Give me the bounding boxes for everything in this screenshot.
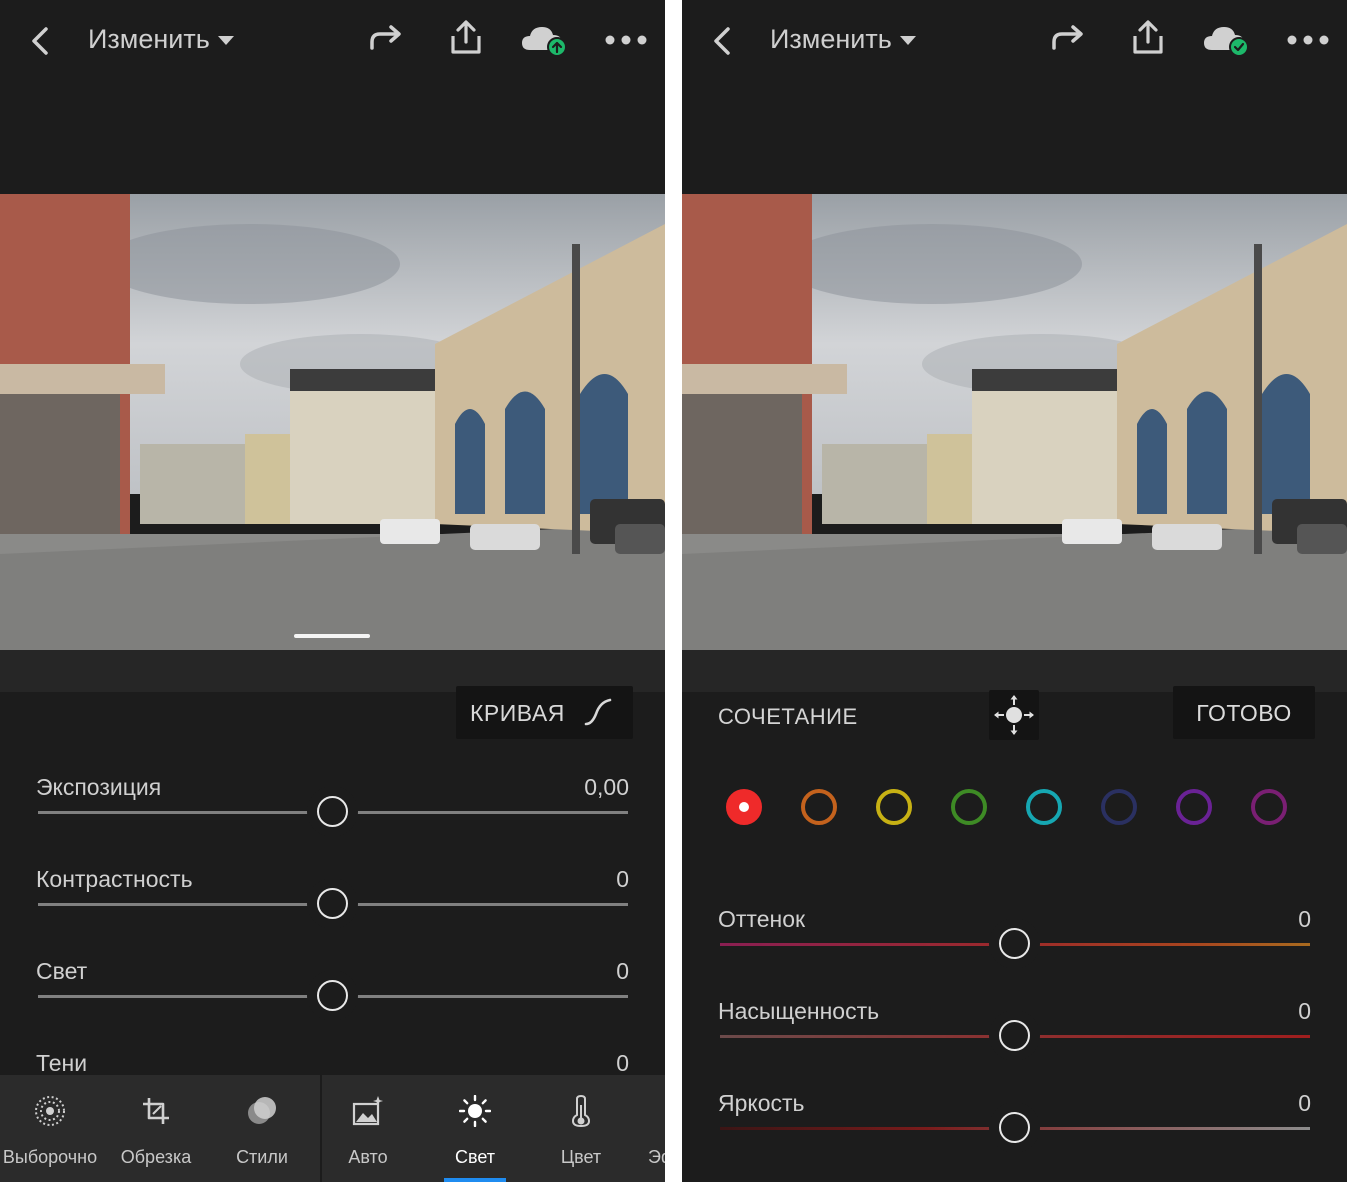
tool-auto[interactable]: Авто: [315, 1075, 421, 1182]
hue-knob[interactable]: [998, 928, 1030, 959]
tool-color[interactable]: Цвет: [528, 1075, 634, 1182]
hue-value[interactable]: 0: [1298, 906, 1311, 933]
highlights-value[interactable]: 0: [616, 958, 629, 985]
luminance-value[interactable]: 0: [1298, 1090, 1311, 1117]
saturation-slider-row: Насыщенность 0: [682, 998, 1347, 1090]
redo-icon[interactable]: [366, 24, 406, 54]
color-swatch-purple[interactable]: [1176, 789, 1212, 825]
color-swatch-red[interactable]: [726, 789, 762, 825]
photo-drag-handle[interactable]: [294, 634, 370, 638]
saturation-value[interactable]: 0: [1298, 998, 1311, 1025]
contrast-label: Контрастность: [36, 866, 193, 892]
tone-curve-icon: [584, 698, 612, 726]
done-button-label: ГОТОВО: [1196, 700, 1292, 726]
more-icon[interactable]: [604, 34, 648, 46]
light-icon: [459, 1095, 491, 1127]
contrast-slider-row: Контрастность 0: [0, 866, 665, 958]
color-swatch-aqua[interactable]: [1026, 789, 1062, 825]
edit-mode-dropdown[interactable]: Изменить: [770, 24, 916, 55]
tool-presets-label: Стили: [236, 1147, 288, 1167]
exposure-label: Экспозиция: [36, 774, 162, 800]
exposure-knob[interactable]: [316, 796, 348, 827]
tool-bar: Выборочно Обрезка Стили Авто Свет Цвет Э: [0, 1075, 665, 1182]
contrast-value[interactable]: 0: [616, 866, 629, 893]
tool-selective-label: Выборочно: [2, 1147, 98, 1167]
tool-light-label: Свет: [454, 1147, 496, 1167]
tool-selective[interactable]: Выборочно: [0, 1075, 103, 1182]
auto-icon: [352, 1096, 383, 1126]
saturation-knob[interactable]: [998, 1020, 1030, 1051]
hue-slider-row: Оттенок 0: [682, 906, 1347, 998]
target-adjust-button[interactable]: [989, 690, 1039, 740]
share-icon[interactable]: [1130, 20, 1166, 56]
redo-icon[interactable]: [1048, 24, 1088, 54]
luminance-label: Яркость: [718, 1090, 805, 1116]
chevron-down-icon: [899, 36, 916, 46]
street-photo: [682, 194, 1347, 650]
top-bar: Изменить: [0, 0, 665, 80]
color-swatch-green[interactable]: [951, 789, 987, 825]
color-swatch-yellow[interactable]: [876, 789, 912, 825]
luminance-slider-row: Яркость 0: [682, 1090, 1347, 1182]
photo-preview[interactable]: [0, 194, 665, 650]
edit-mode-title: Изменить: [770, 24, 892, 54]
contrast-knob[interactable]: [316, 888, 348, 919]
shadows-value[interactable]: 0: [616, 1050, 629, 1077]
tool-light[interactable]: Свет: [422, 1075, 528, 1182]
saturation-label: Насыщенность: [718, 998, 880, 1024]
shadows-label: Тени: [36, 1050, 88, 1076]
curve-button[interactable]: КРИВАЯ: [456, 686, 633, 739]
mix-label: СОЧЕТАНИЕ: [718, 704, 858, 729]
highlights-knob[interactable]: [316, 980, 348, 1011]
cloud-sync-icon[interactable]: [520, 22, 570, 58]
luminance-knob[interactable]: [998, 1112, 1030, 1143]
cloud-synced-icon[interactable]: [1202, 22, 1252, 58]
highlights-slider-row: Свет 0: [0, 958, 665, 1050]
color-swatch-blue[interactable]: [1101, 789, 1137, 825]
right-screen: Изменить СОЧЕТАНИЕ ГОТОВО Оттенок 0 Насы…: [682, 0, 1347, 1182]
tool-crop-label: Обрезка: [120, 1147, 192, 1167]
target-move-icon: [994, 695, 1034, 735]
tool-presets[interactable]: Стили: [209, 1075, 315, 1182]
color-temperature-icon: [571, 1095, 591, 1127]
presets-icon: [248, 1097, 276, 1124]
color-swatch-orange[interactable]: [801, 789, 837, 825]
tool-crop[interactable]: Обрезка: [103, 1075, 209, 1182]
top-bar: Изменить: [682, 0, 1347, 80]
done-button[interactable]: ГОТОВО: [1173, 686, 1315, 739]
tool-auto-label: Авто: [348, 1147, 388, 1167]
hue-label: Оттенок: [718, 906, 806, 932]
curve-button-label: КРИВАЯ: [470, 700, 565, 726]
color-swatch-magenta[interactable]: [1251, 789, 1287, 825]
highlights-label: Свет: [36, 958, 88, 984]
more-icon[interactable]: [1286, 34, 1330, 46]
back-icon[interactable]: [710, 26, 736, 56]
crop-icon: [143, 1098, 169, 1124]
exposure-value[interactable]: 0,00: [584, 774, 629, 801]
chevron-down-icon: [217, 36, 234, 46]
photo-preview[interactable]: [682, 194, 1347, 650]
edit-mode-title: Изменить: [88, 24, 210, 54]
back-icon[interactable]: [28, 26, 54, 56]
tool-effects-label-partial[interactable]: Эф: [648, 1147, 665, 1168]
street-photo: [0, 194, 665, 650]
share-icon[interactable]: [448, 20, 484, 56]
edit-mode-dropdown[interactable]: Изменить: [88, 24, 234, 55]
left-screen: Изменить КРИВАЯ Экспозиция 0,00 Контраст…: [0, 0, 665, 1182]
tool-color-label: Цвет: [560, 1147, 602, 1167]
active-tool-indicator: [444, 1178, 506, 1182]
exposure-slider-row: Экспозиция 0,00: [0, 774, 665, 866]
selective-icon: [35, 1096, 65, 1126]
